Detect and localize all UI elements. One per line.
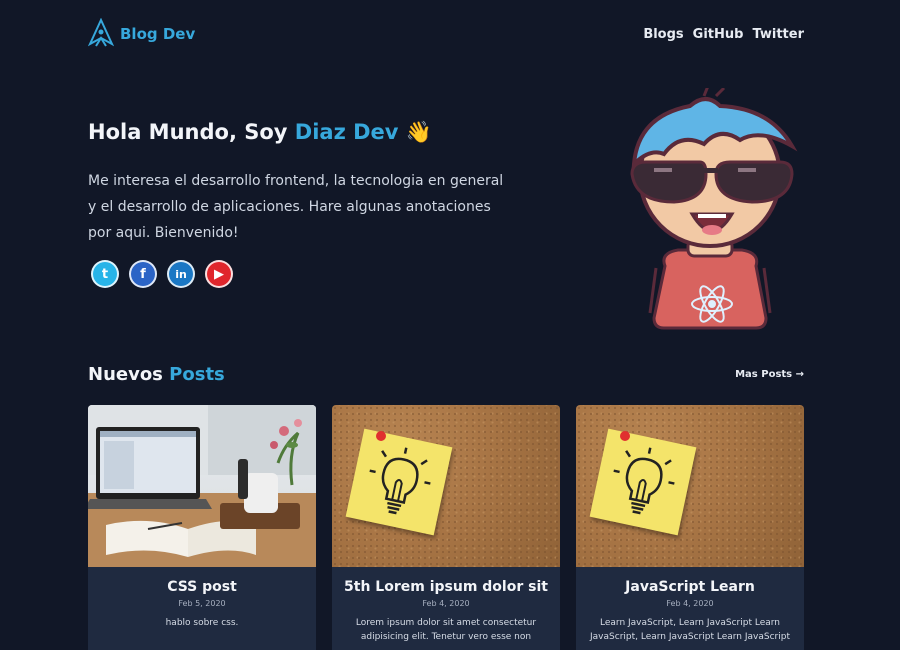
lightbulb-icon xyxy=(369,447,431,515)
logo-link[interactable]: Blog Dev xyxy=(88,18,195,50)
post-title: JavaScript Learn xyxy=(625,579,755,595)
posts-section-header: Nuevos Posts Mas Posts → xyxy=(88,364,804,385)
sticky-note xyxy=(589,428,697,536)
post-cards: CSS post Feb 5, 2020 hablo sobre css. 5t… xyxy=(88,405,804,650)
twitter-icon[interactable]: t xyxy=(91,260,119,288)
hero-title-prefix: Hola Mundo, Soy xyxy=(88,120,295,144)
post-excerpt: hablo sobre css. xyxy=(165,618,239,628)
post-card[interactable]: CSS post Feb 5, 2020 hablo sobre css. xyxy=(88,405,316,650)
site-header: Blog Dev Blogs GitHub Twitter xyxy=(88,14,804,54)
sticky-note xyxy=(345,428,453,536)
post-excerpt: Lorem ipsum dolor sit amet consectetur a… xyxy=(355,618,537,642)
post-title: CSS post xyxy=(167,579,237,595)
post-card[interactable]: JavaScript Learn Feb 4, 2020 Learn JavaS… xyxy=(576,405,804,650)
nav-github[interactable]: GitHub xyxy=(693,27,744,42)
main-nav: Blogs GitHub Twitter xyxy=(643,27,804,42)
nav-blogs[interactable]: Blogs xyxy=(643,27,683,42)
post-date: Feb 5, 2020 xyxy=(178,599,226,608)
wave-emoji: 👋 xyxy=(405,120,432,144)
post-image-lightbulb-note xyxy=(576,405,804,567)
social-links: t f in ▶ xyxy=(91,260,233,288)
post-date: Feb 4, 2020 xyxy=(422,599,470,608)
post-date: Feb 4, 2020 xyxy=(666,599,714,608)
post-image-laptop-desk xyxy=(88,405,316,567)
post-excerpt: Learn JavaScript, Learn JavaScript Learn… xyxy=(590,618,790,642)
laptop-desk-illustration xyxy=(88,405,316,567)
pushpin-icon xyxy=(620,431,630,441)
posts-title-accent: Posts xyxy=(169,364,225,385)
nav-twitter[interactable]: Twitter xyxy=(752,27,804,42)
avatar-illustration xyxy=(630,88,798,330)
facebook-icon[interactable]: f xyxy=(129,260,157,288)
logo-icon xyxy=(88,18,114,47)
post-card-body: 5th Lorem ipsum dolor sit Feb 4, 2020 Lo… xyxy=(332,567,560,644)
pushpin-icon xyxy=(376,431,386,441)
post-title: 5th Lorem ipsum dolor sit xyxy=(344,579,548,595)
logo-text: Blog Dev xyxy=(120,25,196,43)
youtube-icon[interactable]: ▶ xyxy=(205,260,233,288)
post-image-lightbulb-note xyxy=(332,405,560,567)
post-card-body: CSS post Feb 5, 2020 hablo sobre css. xyxy=(88,567,316,630)
hero-description: Me interesa el desarrollo frontend, la t… xyxy=(88,173,504,241)
hero-title-name: Diaz Dev xyxy=(294,120,399,144)
hero-title: Hola Mundo, Soy Diaz Dev 👋 xyxy=(88,120,432,145)
post-card[interactable]: 5th Lorem ipsum dolor sit Feb 4, 2020 Lo… xyxy=(332,405,560,650)
lightbulb-icon xyxy=(613,447,675,515)
posts-title: Nuevos Posts xyxy=(88,364,225,385)
more-posts-link[interactable]: Mas Posts → xyxy=(735,369,804,380)
post-card-body: JavaScript Learn Feb 4, 2020 Learn JavaS… xyxy=(576,567,804,644)
posts-title-prefix: Nuevos xyxy=(88,364,170,385)
linkedin-icon[interactable]: in xyxy=(167,260,195,288)
